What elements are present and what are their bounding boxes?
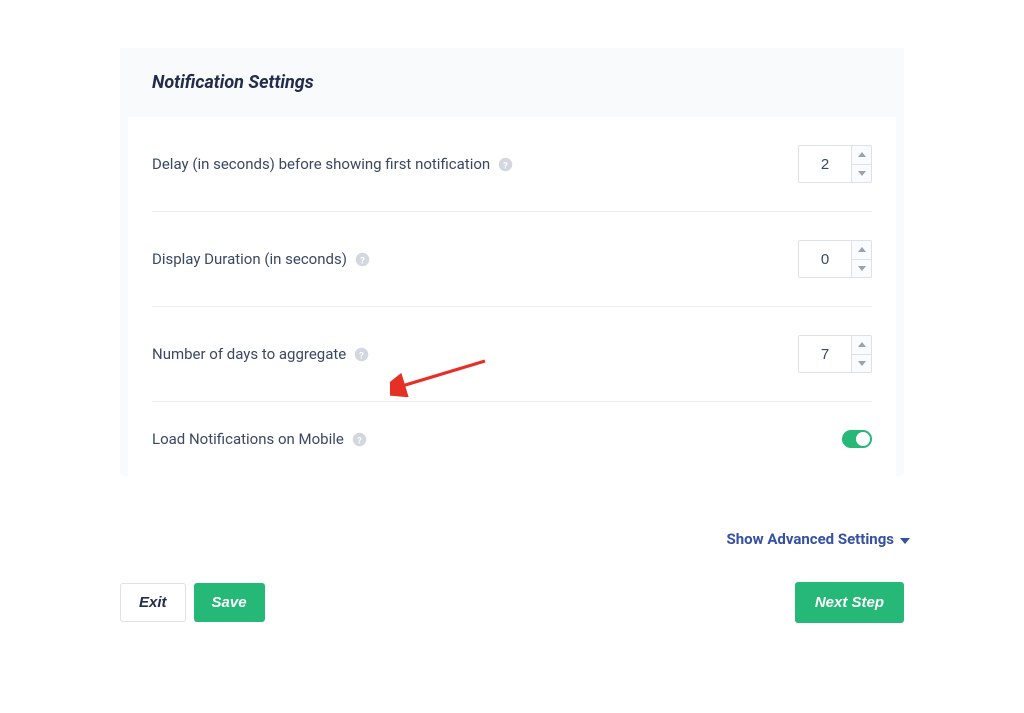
button-group-left: Exit Save bbox=[120, 583, 265, 622]
exit-button[interactable]: Exit bbox=[120, 583, 186, 622]
stepper-down[interactable] bbox=[852, 260, 871, 278]
chevron-down-icon bbox=[900, 530, 910, 548]
mobile-label: Load Notifications on Mobile bbox=[152, 430, 344, 448]
panel-header: Notification Settings bbox=[120, 48, 904, 117]
setting-label-wrap: Delay (in seconds) before showing first … bbox=[152, 155, 513, 173]
aggregate-stepper[interactable] bbox=[798, 335, 872, 373]
setting-row-mobile: Load Notifications on Mobile ? bbox=[152, 402, 872, 476]
delay-label: Delay (in seconds) before showing first … bbox=[152, 155, 490, 173]
setting-label-wrap: Number of days to aggregate ? bbox=[152, 345, 369, 363]
stepper-up[interactable] bbox=[852, 336, 871, 355]
help-icon[interactable]: ? bbox=[354, 347, 369, 362]
stepper-up[interactable] bbox=[852, 146, 871, 165]
help-icon[interactable]: ? bbox=[498, 157, 513, 172]
svg-text:?: ? bbox=[503, 160, 508, 171]
show-advanced-settings-link[interactable]: Show Advanced Settings bbox=[726, 530, 910, 548]
stepper-buttons bbox=[851, 241, 871, 277]
stepper-buttons bbox=[851, 336, 871, 372]
svg-text:?: ? bbox=[360, 255, 365, 266]
advanced-label: Show Advanced Settings bbox=[726, 530, 894, 548]
setting-label-wrap: Load Notifications on Mobile ? bbox=[152, 430, 367, 448]
stepper-buttons bbox=[851, 146, 871, 182]
duration-input[interactable] bbox=[799, 241, 851, 277]
stepper-down[interactable] bbox=[852, 165, 871, 183]
next-step-button[interactable]: Next Step bbox=[795, 582, 904, 623]
button-bar: Exit Save Next Step bbox=[120, 582, 904, 653]
svg-text:?: ? bbox=[359, 350, 364, 361]
stepper-up[interactable] bbox=[852, 241, 871, 260]
save-button[interactable]: Save bbox=[194, 583, 265, 622]
stepper-down[interactable] bbox=[852, 355, 871, 373]
delay-input[interactable] bbox=[799, 146, 851, 182]
panel-body: Delay (in seconds) before showing first … bbox=[128, 117, 896, 476]
svg-text:?: ? bbox=[357, 435, 362, 446]
aggregate-input[interactable] bbox=[799, 336, 851, 372]
help-icon[interactable]: ? bbox=[352, 432, 367, 447]
setting-label-wrap: Display Duration (in seconds) ? bbox=[152, 250, 370, 268]
panel-title: Notification Settings bbox=[152, 72, 872, 93]
duration-stepper[interactable] bbox=[798, 240, 872, 278]
aggregate-label: Number of days to aggregate bbox=[152, 345, 346, 363]
advanced-settings-wrap: Show Advanced Settings bbox=[120, 530, 910, 548]
setting-row-aggregate: Number of days to aggregate ? bbox=[152, 307, 872, 402]
mobile-toggle[interactable] bbox=[842, 430, 872, 448]
setting-row-delay: Delay (in seconds) before showing first … bbox=[152, 117, 872, 212]
settings-panel: Notification Settings Delay (in seconds)… bbox=[120, 48, 904, 476]
duration-label: Display Duration (in seconds) bbox=[152, 250, 347, 268]
help-icon[interactable]: ? bbox=[355, 252, 370, 267]
delay-stepper[interactable] bbox=[798, 145, 872, 183]
toggle-knob bbox=[856, 432, 870, 446]
setting-row-duration: Display Duration (in seconds) ? bbox=[152, 212, 872, 307]
